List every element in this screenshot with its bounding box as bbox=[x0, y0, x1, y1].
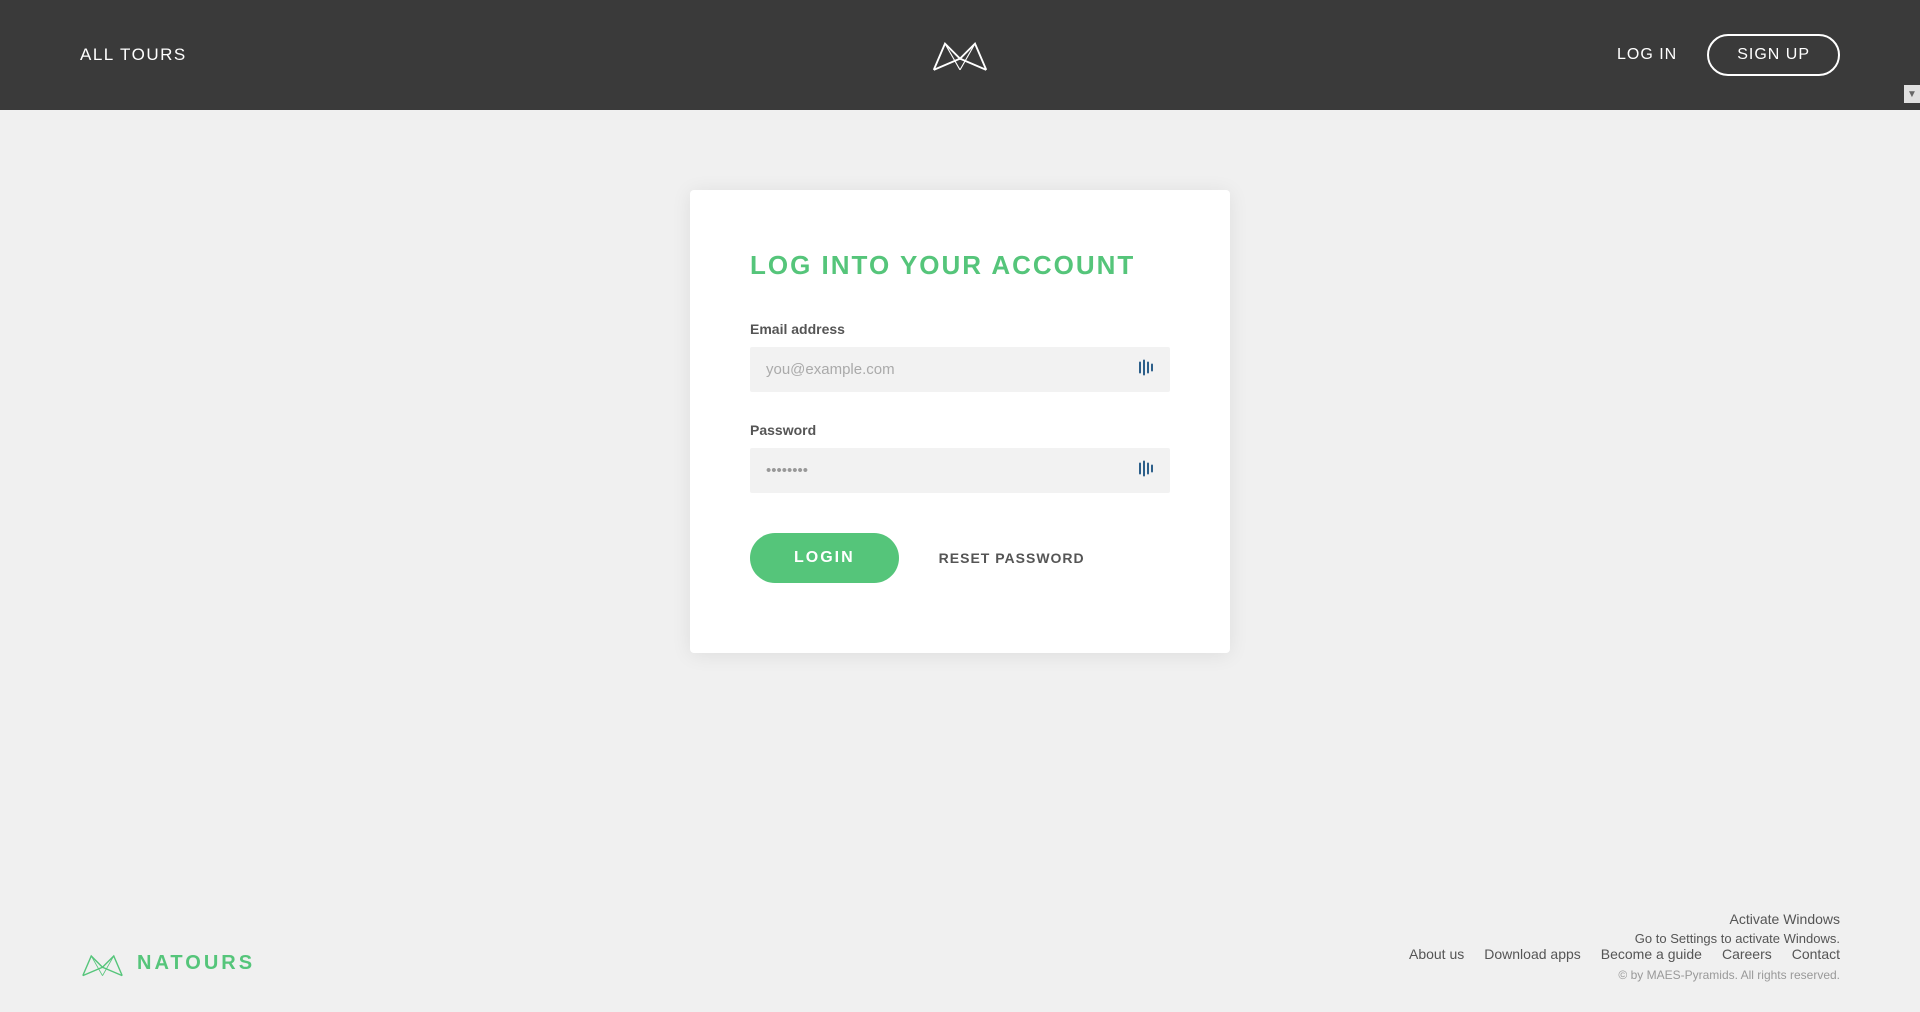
email-input[interactable] bbox=[750, 347, 1170, 392]
email-label: Email address bbox=[750, 321, 1170, 337]
footer: NATOURS Activate Windows Go to Settings … bbox=[0, 891, 1920, 1012]
login-button[interactable]: LOGIN bbox=[750, 533, 899, 583]
footer-logo-icon bbox=[80, 944, 125, 982]
header-right: LOG IN SIGN UP bbox=[1617, 34, 1840, 76]
footer-links: About us Download apps Become a guide Ca… bbox=[1409, 946, 1840, 962]
password-label: Password bbox=[750, 422, 1170, 438]
footer-link-careers[interactable]: Careers bbox=[1722, 946, 1772, 962]
password-form-group: Password bbox=[750, 422, 1170, 493]
scrollbar-arrow[interactable]: ▼ bbox=[1904, 85, 1920, 103]
form-actions: LOGIN RESET PASSWORD bbox=[750, 533, 1170, 583]
sign-up-button[interactable]: SIGN UP bbox=[1707, 34, 1840, 76]
email-input-wrapper bbox=[750, 347, 1170, 392]
footer-copyright: © by MAES-Pyramids. All rights reserved. bbox=[1409, 968, 1840, 982]
activate-windows-sub: Go to Settings to activate Windows. bbox=[1409, 931, 1840, 946]
email-form-group: Email address bbox=[750, 321, 1170, 392]
footer-link-about[interactable]: About us bbox=[1409, 946, 1464, 962]
footer-brand-name: NATOURS bbox=[137, 952, 255, 975]
password-input-wrapper bbox=[750, 448, 1170, 493]
main-content: LOG INTO YOUR ACCOUNT Email address bbox=[0, 110, 1920, 713]
all-tours-link[interactable]: ALL TOURS bbox=[80, 45, 187, 65]
activate-windows-title: Activate Windows bbox=[1409, 911, 1840, 927]
login-title: LOG INTO YOUR ACCOUNT bbox=[750, 250, 1170, 281]
login-card: LOG INTO YOUR ACCOUNT Email address bbox=[690, 190, 1230, 653]
header: ALL TOURS LOG IN SIGN UP bbox=[0, 0, 1920, 110]
footer-logo: NATOURS bbox=[80, 944, 255, 982]
footer-link-apps[interactable]: Download apps bbox=[1484, 946, 1581, 962]
password-input[interactable] bbox=[750, 448, 1170, 493]
header-logo-center bbox=[930, 28, 990, 83]
login-form: Email address Password bbox=[750, 321, 1170, 583]
reset-password-link[interactable]: RESET PASSWORD bbox=[939, 550, 1085, 566]
footer-right: Activate Windows Go to Settings to activ… bbox=[1409, 911, 1840, 982]
header-logo-icon bbox=[930, 28, 990, 78]
log-in-link[interactable]: LOG IN bbox=[1617, 46, 1677, 64]
footer-link-contact[interactable]: Contact bbox=[1792, 946, 1840, 962]
footer-link-guide[interactable]: Become a guide bbox=[1601, 946, 1702, 962]
